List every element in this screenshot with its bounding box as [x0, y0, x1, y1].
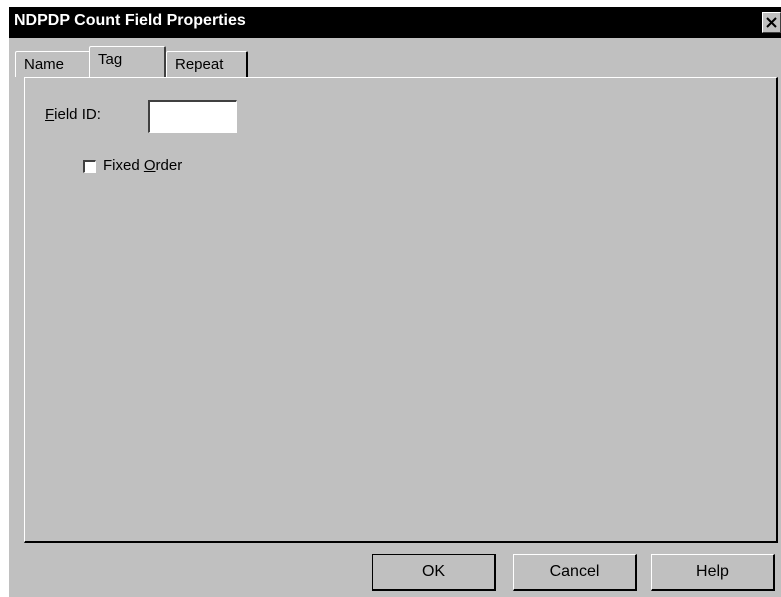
- tab-tag[interactable]: Tag: [89, 46, 166, 77]
- help-button[interactable]: Help: [651, 554, 775, 591]
- field-id-input[interactable]: [148, 100, 237, 133]
- tab-repeat[interactable]: Repeat: [166, 51, 248, 77]
- tab-name-label: Name: [24, 56, 65, 73]
- tab-name[interactable]: Name: [15, 51, 91, 77]
- close-button[interactable]: [762, 12, 781, 33]
- title-bar[interactable]: NDPDP Count Field Properties: [9, 7, 781, 38]
- tab-tag-label: Tag: [98, 51, 123, 68]
- tab-repeat-label: Repeat: [175, 56, 224, 73]
- fixed-order-checkbox-box[interactable]: [83, 160, 96, 173]
- properties-dialog: NDPDP Count Field Properties Name Tag Re…: [9, 7, 781, 597]
- fixed-order-label[interactable]: Fixed Order: [103, 157, 182, 174]
- tag-tab-panel: Field ID: Fixed Order: [24, 77, 778, 543]
- field-id-label: Field ID:: [45, 106, 101, 123]
- close-icon: [766, 17, 777, 28]
- ok-button[interactable]: OK: [372, 554, 496, 591]
- cancel-button[interactable]: Cancel: [513, 554, 637, 591]
- window-title: NDPDP Count Field Properties: [14, 12, 246, 29]
